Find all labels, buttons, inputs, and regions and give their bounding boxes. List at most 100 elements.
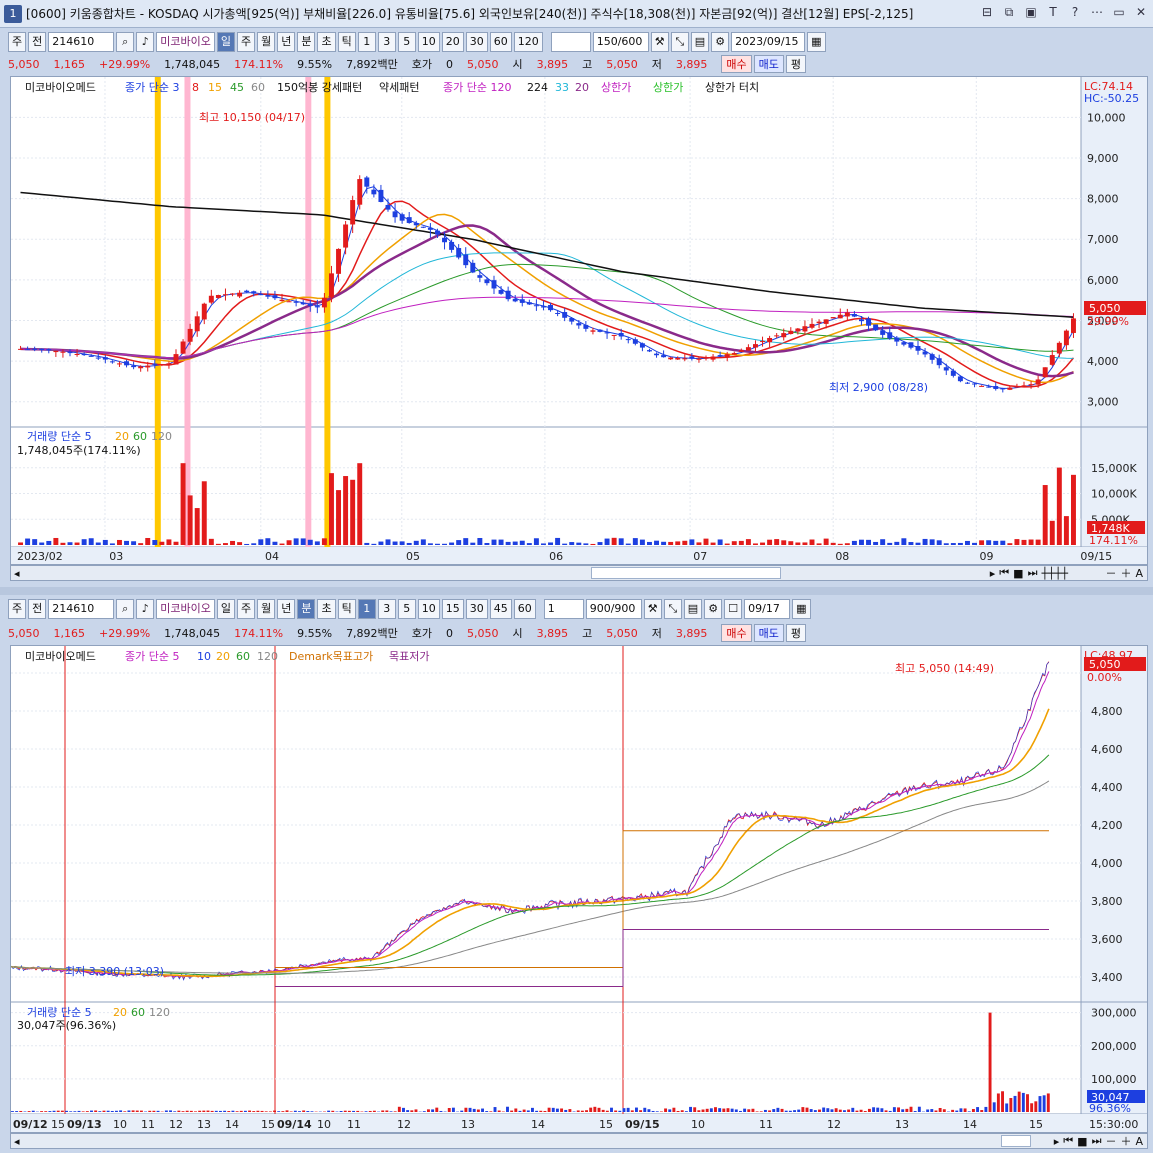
b-period-tick[interactable]: 틱 xyxy=(337,599,356,619)
restore-icon[interactable]: ⧉ xyxy=(1001,4,1017,20)
b-zoom-out-icon[interactable]: － xyxy=(1105,1133,1116,1149)
b-speaker-icon[interactable]: ♪ xyxy=(136,599,155,619)
font-size-icon[interactable]: A xyxy=(1135,567,1143,580)
period-minute[interactable]: 분 xyxy=(297,32,316,52)
b-range-input[interactable]: 900/900 xyxy=(585,599,642,619)
period-year[interactable]: 년 xyxy=(277,32,296,52)
period-week[interactable]: 주 xyxy=(236,32,256,52)
bottom-scrollbar[interactable]: ◂ ▸ ⏮ ■ ⏭ － ＋ A xyxy=(10,1133,1148,1149)
b-sell-button[interactable]: 매도 xyxy=(753,624,784,642)
b-avg-button[interactable]: 평 xyxy=(785,624,807,642)
b-stock-code-input[interactable]: 214610 xyxy=(48,599,115,619)
b-period-minute[interactable]: 분 xyxy=(297,599,316,619)
b-scroll-left-icon[interactable]: ◂ xyxy=(14,1135,20,1148)
b-scroll-right-icon[interactable]: ▸ xyxy=(1054,1135,1060,1148)
b-stop-icon[interactable]: ■ xyxy=(1077,1135,1087,1148)
b-count-select[interactable]: 1 xyxy=(543,599,584,619)
close-icon[interactable]: ✕ xyxy=(1133,4,1149,20)
play-back-icon[interactable]: ⏮ xyxy=(999,566,1009,580)
b-market-type-select[interactable]: 주 xyxy=(8,599,27,619)
b-count-5[interactable]: 5 xyxy=(397,599,416,619)
b-indicator-icon[interactable]: ⚒ xyxy=(643,599,662,619)
save-icon[interactable]: ▤ xyxy=(690,32,710,52)
speaker-icon[interactable]: ♪ xyxy=(136,32,155,52)
count-1[interactable]: 1 xyxy=(357,32,376,52)
b-count-1[interactable]: 1 xyxy=(357,599,376,619)
b-stock-name[interactable]: 미코바이오 xyxy=(156,599,215,619)
count-5[interactable]: 5 xyxy=(397,32,416,52)
count-3[interactable]: 3 xyxy=(377,32,396,52)
b-save-icon[interactable]: ▤ xyxy=(683,599,703,619)
gear-icon[interactable]: ⚙ xyxy=(711,32,730,52)
count-20[interactable]: 20 xyxy=(441,32,464,52)
tool-icon[interactable]: ⤡ xyxy=(670,32,689,52)
b-count-45[interactable]: 45 xyxy=(489,599,512,619)
scroll-thumb[interactable] xyxy=(591,567,781,579)
font-icon[interactable]: T xyxy=(1045,4,1061,20)
b-play-back-icon[interactable]: ⏮ xyxy=(1063,1134,1073,1148)
b-count-3[interactable]: 3 xyxy=(377,599,396,619)
avg-button[interactable]: 평 xyxy=(785,55,807,73)
zoom-out-icon[interactable]: － xyxy=(1105,565,1116,581)
zoom-slider-icon[interactable]: ┼┼┼┼ xyxy=(1041,567,1101,580)
b-play-fwd-icon[interactable]: ⏭ xyxy=(1092,1134,1102,1148)
b-font-size-icon[interactable]: A xyxy=(1135,1135,1143,1148)
b-period-second[interactable]: 초 xyxy=(317,599,336,619)
b-count-30[interactable]: 30 xyxy=(465,599,488,619)
more-icon[interactable]: ⋯ xyxy=(1089,4,1105,20)
b-volume-bar xyxy=(872,1107,876,1112)
b-calendar-icon[interactable]: ▦ xyxy=(792,599,811,619)
stock-name[interactable]: 미코바이오 xyxy=(156,32,215,52)
b-count-60[interactable]: 60 xyxy=(513,599,536,619)
period-month[interactable]: 월 xyxy=(257,32,276,52)
b-zoom-in-icon[interactable]: ＋ xyxy=(1120,1133,1131,1149)
stock-code-input[interactable]: 214610 xyxy=(48,32,115,52)
calendar-icon[interactable]: ▦ xyxy=(807,32,826,52)
window-icon[interactable]: ▭ xyxy=(1111,4,1127,20)
b-gear-icon[interactable]: ⚙ xyxy=(704,599,723,619)
minute-chart-svg[interactable]: 3,400 3,600 3,800 4,000 4,200 4,400 4,600 4,800… xyxy=(10,646,1147,1132)
b-count-10[interactable]: 10 xyxy=(417,599,440,619)
search-icon[interactable]: ⌕ xyxy=(116,32,135,52)
daily-chart-svg[interactable]: 3,0004,0005,0006,0007,0008,0009,00010,00… xyxy=(11,77,1147,564)
count-60[interactable]: 60 xyxy=(489,32,512,52)
b-buy-button[interactable]: 매수 xyxy=(721,624,752,642)
play-fwd-icon[interactable]: ⏭ xyxy=(1028,566,1038,580)
period-tick[interactable]: 틱 xyxy=(337,32,356,52)
sell-button[interactable]: 매도 xyxy=(753,55,784,73)
b-checkbox[interactable]: ☐ xyxy=(724,599,743,619)
panel-divider[interactable] xyxy=(0,587,1153,595)
b-date-input[interactable]: 09/17 xyxy=(744,599,791,619)
count-30[interactable]: 30 xyxy=(465,32,488,52)
top-volume-bar xyxy=(145,537,151,545)
b-scroll-thumb[interactable] xyxy=(1001,1135,1031,1147)
buy-button[interactable]: 매수 xyxy=(721,55,752,73)
zoom-in-icon[interactable]: ＋ xyxy=(1120,565,1131,581)
b-count-15[interactable]: 15 xyxy=(441,599,464,619)
period-second[interactable]: 초 xyxy=(317,32,336,52)
scroll-right-icon[interactable]: ▸ xyxy=(990,567,996,580)
top-volume-bar xyxy=(124,540,130,545)
b-search-icon[interactable]: ⌕ xyxy=(116,599,135,619)
b-period-week[interactable]: 주 xyxy=(236,599,256,619)
range-input[interactable]: 150/600 xyxy=(592,32,649,52)
scroll-left-icon[interactable]: ◂ xyxy=(14,567,20,580)
b-period-year[interactable]: 년 xyxy=(277,599,296,619)
b-period-month[interactable]: 월 xyxy=(257,599,276,619)
help-icon[interactable]: ? xyxy=(1067,4,1083,20)
count-input[interactable] xyxy=(550,32,591,52)
count-10[interactable]: 10 xyxy=(417,32,440,52)
indicator-icon[interactable]: ⚒ xyxy=(650,32,669,52)
prev-button[interactable]: 전 xyxy=(28,32,47,52)
b-prev-button[interactable]: 전 xyxy=(28,599,47,619)
market-type-select[interactable]: 주 xyxy=(8,32,27,52)
date-input[interactable]: 2023/09/15 xyxy=(731,32,806,52)
b-period-day[interactable]: 일 xyxy=(216,599,235,619)
count-120[interactable]: 120 xyxy=(513,32,543,52)
minimize-icon[interactable]: ⊟ xyxy=(979,4,995,20)
stop-icon[interactable]: ■ xyxy=(1013,567,1023,580)
top-scrollbar[interactable]: ◂ ▸ ⏮ ■ ⏭ ┼┼┼┼ － ＋ A xyxy=(10,565,1148,581)
maximize-icon[interactable]: ▣ xyxy=(1023,4,1039,20)
b-tool-icon[interactable]: ⤡ xyxy=(663,599,682,619)
period-day[interactable]: 일 xyxy=(216,32,235,52)
